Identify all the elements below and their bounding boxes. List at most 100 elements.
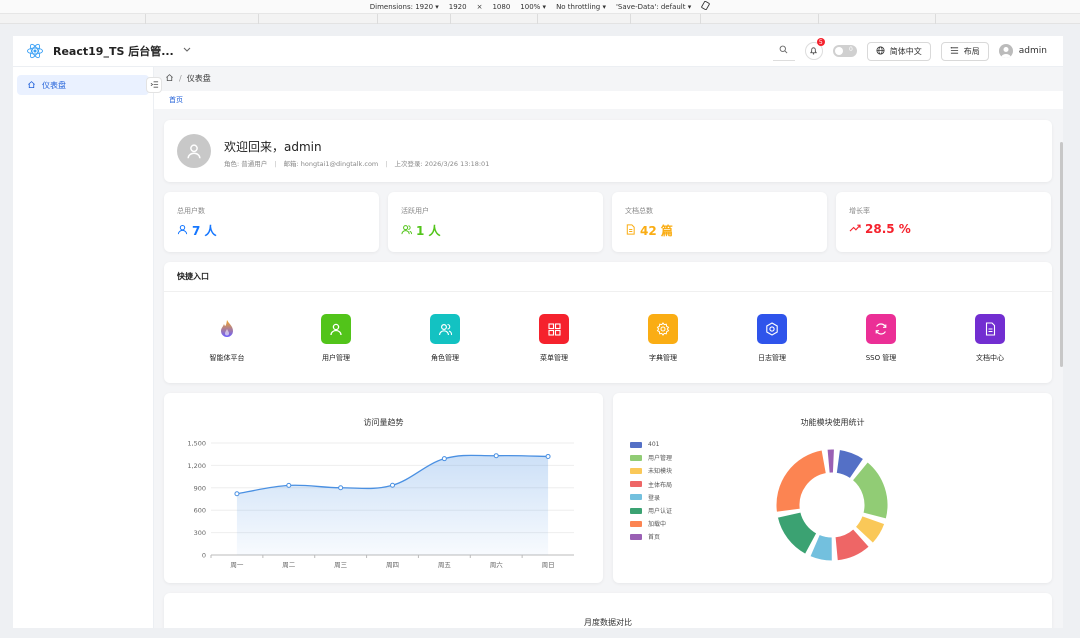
layout-icon xyxy=(950,46,959,57)
quick-item-logs[interactable]: 日志管理 xyxy=(732,314,812,363)
layout-button[interactable]: 布局 xyxy=(940,41,989,61)
x-tick-label: 周五 xyxy=(438,561,452,569)
x-tick-label: 周二 xyxy=(282,561,296,569)
sidebar-item-dashboard[interactable]: 仪表盘 xyxy=(17,75,149,95)
quick-item-label: 智能体平台 xyxy=(209,354,245,362)
avatar xyxy=(177,134,211,168)
quick-item-sso[interactable]: SSO 管理 xyxy=(841,314,921,363)
settings-icon xyxy=(757,314,787,344)
donut-slice xyxy=(775,449,827,513)
y-tick-label: 900 xyxy=(194,484,206,492)
quick-item-docs[interactable]: 文档中心 xyxy=(950,314,1030,363)
language-label: 简体中文 xyxy=(889,46,922,56)
throttle-dropdown[interactable]: No throttling ▾ xyxy=(556,3,606,11)
theme-toggle[interactable]: 0 xyxy=(832,45,857,57)
donut-slice xyxy=(851,461,889,520)
home-icon xyxy=(27,80,36,91)
data-point xyxy=(545,453,551,459)
stat-value: 1 人 xyxy=(416,224,441,238)
rise-icon xyxy=(849,222,861,236)
gear-icon xyxy=(648,314,678,344)
user-icon xyxy=(177,224,188,238)
team-icon xyxy=(430,314,460,344)
stat-value-row: 7 人 xyxy=(177,222,217,239)
main-content: / 仪表盘 首页 欢迎回来，admin 角色: 普通用户 | 邮箱: hongtai… xyxy=(154,67,1063,628)
notification-badge: 5 xyxy=(816,38,825,46)
globe-icon xyxy=(876,45,885,57)
quick-item-label: 用户管理 xyxy=(322,354,350,362)
stat-value-row: 1 人 xyxy=(401,222,441,239)
monthly-chart-card: 月度数据对比 xyxy=(164,593,1052,628)
sidebar-item-label: 仪表盘 xyxy=(42,80,66,90)
quick-item-label: 字典管理 xyxy=(649,354,677,362)
user-menu[interactable]: admin xyxy=(998,44,1047,58)
app-header: React19_TS 后台管... 5 0 简体中文 布局 admin xyxy=(13,36,1063,67)
file-icon xyxy=(975,314,1005,344)
donut-slice xyxy=(776,511,818,555)
save-data-dropdown[interactable]: 'Save-Data': default ▾ xyxy=(616,3,691,11)
stat-label: 活跃用户 xyxy=(401,207,429,215)
chart-title: 月度数据对比 xyxy=(584,618,632,627)
welcome-card: 欢迎回来，admin 角色: 普通用户 | 邮箱: hongtai1@dingtal… xyxy=(164,120,1052,182)
team-icon xyxy=(401,224,412,238)
data-point xyxy=(286,482,292,488)
header-actions: 5 0 简体中文 布局 admin xyxy=(772,38,1047,61)
tab-home[interactable]: 首页 xyxy=(169,95,183,105)
quick-item-label: 文档中心 xyxy=(976,354,1004,362)
dimensions-dropdown[interactable]: Dimensions: 1920 ▾ xyxy=(370,3,439,11)
stat-card-active: 活跃用户 1 人 xyxy=(388,192,603,252)
y-tick-label: 300 xyxy=(194,529,206,537)
rotate-icon[interactable] xyxy=(701,0,710,12)
stat-value: 7 人 xyxy=(192,224,217,238)
language-button[interactable]: 简体中文 xyxy=(866,41,931,61)
quick-item-label: 菜单管理 xyxy=(540,354,568,362)
y-tick-label: 1,200 xyxy=(187,462,206,470)
quick-item-users[interactable]: 用户管理 xyxy=(296,314,376,363)
divider xyxy=(164,291,1052,292)
height-field[interactable]: 1080 xyxy=(492,3,510,11)
scrollbar[interactable] xyxy=(1060,142,1063,367)
x-tick-label: 周一 xyxy=(230,561,244,569)
chevron-down-icon[interactable] xyxy=(183,46,191,56)
devtools-toolbar: Dimensions: 1920 ▾ 1920 × 1080 100% ▾ No… xyxy=(0,0,1080,14)
x-tick-label: 周日 xyxy=(542,561,555,569)
last-login: 上次登录: 2026/3/26 13:18:01 xyxy=(394,160,490,168)
donut-slice xyxy=(826,448,835,474)
grid-icon xyxy=(539,314,569,344)
home-icon[interactable] xyxy=(165,73,174,84)
breadcrumb-current: 仪表盘 xyxy=(186,74,211,83)
stat-value: 28.5 % xyxy=(865,222,911,236)
quick-item-label: SSO 管理 xyxy=(865,354,897,362)
quick-item-menus[interactable]: 菜单管理 xyxy=(514,314,594,363)
quick-title: 快捷入口 xyxy=(177,272,209,281)
react-logo-icon xyxy=(26,42,44,60)
devtools-ruler xyxy=(0,14,1080,24)
y-tick-label: 0 xyxy=(202,552,206,560)
tab-bar: 首页 xyxy=(154,91,1063,109)
notification-button[interactable]: 5 xyxy=(804,38,825,60)
user-role: 角色: 普通用户 xyxy=(224,160,268,168)
x-tick-label: 周三 xyxy=(334,561,348,569)
sidebar: 仪表盘 xyxy=(13,67,154,628)
stat-card-growth: 增长率 28.5 % xyxy=(836,192,1051,252)
zoom-dropdown[interactable]: 100% ▾ xyxy=(520,3,546,11)
stat-card-docs: 文档总数 42 篇 xyxy=(612,192,827,252)
search-icon xyxy=(779,44,788,57)
quick-item-agent[interactable]: 智能体平台 xyxy=(187,314,267,363)
visits-chart-card: 访问量趋势 0 300 600 900 1,200 1,500 周一 周二 周三 周四 周五 周六 周日 xyxy=(164,393,603,583)
width-field[interactable]: 1920 xyxy=(449,3,467,11)
quick-item-dict[interactable]: 字典管理 xyxy=(623,314,703,363)
module-usage-card: 功能模块使用统计 401 用户管理 未知模块 主体布局 登录 用户认证 加载中 首页 xyxy=(613,393,1052,583)
quick-item-label: 日志管理 xyxy=(758,354,786,362)
toggle-label: 0 xyxy=(848,46,853,53)
data-point xyxy=(441,456,447,462)
breadcrumb-separator: / xyxy=(179,74,182,83)
quick-entry-card: 快捷入口 智能体平台 用户管理 角色管理 菜单管理 字典管理 日志管理 SSO … xyxy=(164,262,1052,383)
sync-icon xyxy=(866,314,896,344)
file-icon xyxy=(625,223,636,238)
quick-item-label: 角色管理 xyxy=(431,354,459,362)
quick-item-roles[interactable]: 角色管理 xyxy=(405,314,485,363)
collapse-sidebar-button[interactable] xyxy=(146,77,162,93)
search-button[interactable] xyxy=(772,41,795,61)
breadcrumb: / 仪表盘 xyxy=(165,73,211,84)
